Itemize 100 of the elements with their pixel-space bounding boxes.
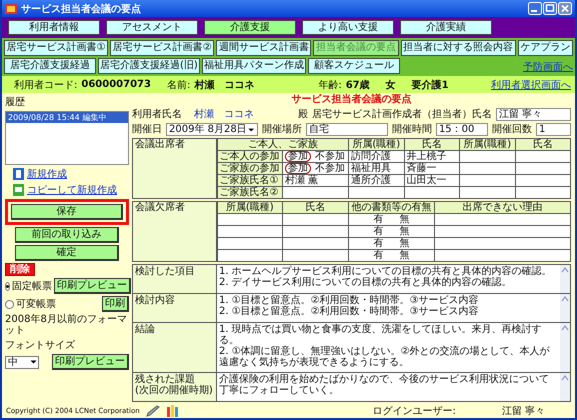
books-icon[interactable]: [166, 405, 180, 417]
column-header: 所属(職種): [348, 138, 404, 150]
radio-button[interactable]: [5, 300, 14, 308]
attendance-option[interactable]: 不参加: [312, 163, 348, 174]
column-header: ご本人、ご家族: [216, 138, 348, 150]
main-tab[interactable]: 介護実績: [400, 20, 492, 35]
no-option[interactable]: 無: [400, 226, 410, 237]
sub-tab[interactable]: 週間サービス計画書: [216, 40, 312, 56]
text-line: 1. ①目標と留意点。②利用回数・時間帯。③サービス内容: [219, 294, 480, 306]
table-cell[interactable]: [282, 226, 348, 238]
table-cell[interactable]: [434, 250, 570, 262]
table-cell[interactable]: [434, 214, 570, 226]
table-cell[interactable]: [434, 226, 570, 238]
text-area[interactable]: 1. ホームヘルプサービス利用についての目標の共有と具体的内容の確認。 2. デイサービス利用についての目標の共有と具体的内容の確認。: [217, 265, 570, 293]
radio-button[interactable]: [5, 282, 10, 290]
table-cell[interactable]: [282, 214, 348, 226]
legacy-format-note: 2008年8月以前のフォーマット: [5, 314, 128, 336]
scrollbar[interactable]: [560, 294, 570, 322]
text-area[interactable]: 1. ①目標と留意点。②利用回数・時間帯。③サービス内容 2. ①目標と留意点。②利用回数・時間帯。③サービス内容: [217, 294, 570, 322]
radio-label: 可変帳票: [16, 298, 56, 311]
dropdown-arrow-icon[interactable]: [246, 126, 255, 134]
font-size-select[interactable]: 中: [5, 356, 39, 368]
table-cell[interactable]: [460, 162, 515, 174]
user-select-link[interactable]: 利用者選択画面へ: [491, 78, 571, 92]
table-cell[interactable]: [348, 186, 404, 198]
place-field[interactable]: 自宅: [306, 123, 388, 136]
user-age: 67歳: [346, 78, 370, 92]
no-option[interactable]: 無: [400, 238, 410, 249]
sidebar-button[interactable]: 保存: [11, 204, 123, 220]
close-icon[interactable]: [558, 2, 572, 15]
planner-field[interactable]: 江留 寧々: [496, 108, 571, 121]
column-header: 氏名: [515, 138, 570, 150]
main-tab[interactable]: 介護支援: [204, 20, 296, 35]
maximize-icon[interactable]: [543, 2, 557, 15]
column-header: 氏名: [282, 202, 348, 214]
table-cell[interactable]: [460, 150, 515, 162]
sidebar-link[interactable]: 新規作成: [27, 167, 67, 181]
sub-tab[interactable]: 居宅サービス計画書①: [4, 40, 108, 56]
column-header: 所属(職種): [460, 138, 515, 150]
table-cell[interactable]: 福祉用具: [348, 162, 404, 174]
table-cell[interactable]: [282, 238, 348, 250]
yes-option[interactable]: 有: [374, 238, 384, 249]
table-cell[interactable]: [515, 186, 570, 198]
family-row-label: ご家族氏名①: [216, 174, 282, 186]
text-area[interactable]: 介護保険の利用を始めたばかりなので、今後のサービス利用状況について丁寧にフォローしていく。: [217, 373, 570, 401]
table-cell[interactable]: [515, 150, 570, 162]
table-cell[interactable]: [282, 250, 348, 262]
scrollbar[interactable]: [560, 322, 570, 372]
main-tab[interactable]: アセスメント: [106, 20, 198, 35]
scrollbar[interactable]: [560, 373, 570, 401]
sub-tab[interactable]: ケアプラン: [518, 40, 573, 56]
table-cell[interactable]: 井上桃子: [404, 150, 460, 162]
main-tab[interactable]: より高い支援: [302, 20, 394, 35]
sidebar-link[interactable]: コピーして新規作成: [27, 183, 117, 197]
attendance-option[interactable]: 参加: [285, 151, 311, 162]
dropdown-arrow-icon[interactable]: [29, 358, 38, 366]
count-field[interactable]: 1: [536, 123, 571, 136]
sub-tab[interactable]: 居宅介護支援経過: [4, 58, 96, 74]
yes-option[interactable]: 有: [374, 250, 384, 261]
table-cell[interactable]: [515, 162, 570, 174]
yes-option[interactable]: 有: [374, 226, 384, 237]
family-name-cell[interactable]: 村瀬 薫: [282, 174, 348, 186]
app-icon: [5, 2, 17, 14]
sub-tab[interactable]: 居宅サービス計画書②: [110, 40, 214, 56]
age-label: 年齢:: [318, 78, 342, 92]
table-cell[interactable]: 通所介護: [348, 174, 404, 186]
no-option[interactable]: 無: [400, 250, 410, 261]
print-button[interactable]: 印刷プレビュー: [54, 278, 131, 294]
sidebar-button[interactable]: 確定: [15, 245, 119, 261]
attendance-option[interactable]: 不参加: [312, 151, 348, 162]
family-name-cell[interactable]: [282, 186, 348, 198]
minimize-icon[interactable]: [528, 2, 542, 15]
main-tab[interactable]: 利用者情報: [8, 20, 100, 35]
new-document-icon: [13, 168, 24, 180]
table-cell[interactable]: 訪問介護: [348, 150, 404, 162]
sidebar-button[interactable]: 前回の取り込み: [15, 227, 119, 243]
scrollbar[interactable]: [560, 265, 570, 293]
sub-tab[interactable]: 居宅介護支援経過(旧): [98, 58, 200, 74]
table-cell[interactable]: [515, 174, 570, 186]
print-preview-button[interactable]: 印刷プレビュー: [52, 354, 129, 370]
table-cell[interactable]: [404, 186, 460, 198]
print-button[interactable]: 印刷: [102, 296, 129, 312]
table-cell[interactable]: [460, 174, 515, 186]
attendance-option[interactable]: 参加: [285, 163, 311, 174]
table-cell[interactable]: [460, 186, 515, 198]
table-cell[interactable]: 斉藤一: [404, 162, 460, 174]
name-label: 名前:: [166, 78, 190, 92]
table-cell[interactable]: 山田太一: [404, 174, 460, 186]
history-item[interactable]: 2009/08/28 15:44 編集中: [6, 112, 128, 123]
sub-tab[interactable]: 担当者に対する照会内容: [400, 40, 516, 56]
sub-tab[interactable]: 顧客スケジュール: [308, 58, 400, 74]
table-cell[interactable]: [434, 238, 570, 250]
text-area[interactable]: 1. 現時点では買い物と食事の支度、洗濯をしてほしい。来月、再検討する。 2. ①体調に留意し、無理強いはしない。②外との交流の場として、本人が遠慮なく気持ちが表現できるようにする。: [217, 322, 570, 372]
time-field[interactable]: 15：00: [436, 123, 488, 136]
sub-tab[interactable]: 福祉用具パターン作成: [202, 58, 306, 74]
delete-button[interactable]: 削除: [5, 263, 35, 276]
no-option[interactable]: 無: [400, 214, 410, 225]
date-select[interactable]: 2009年 8月28日: [166, 123, 258, 136]
yes-option[interactable]: 有: [374, 214, 384, 225]
prevention-screen-link[interactable]: 予防画面へ: [523, 60, 573, 74]
